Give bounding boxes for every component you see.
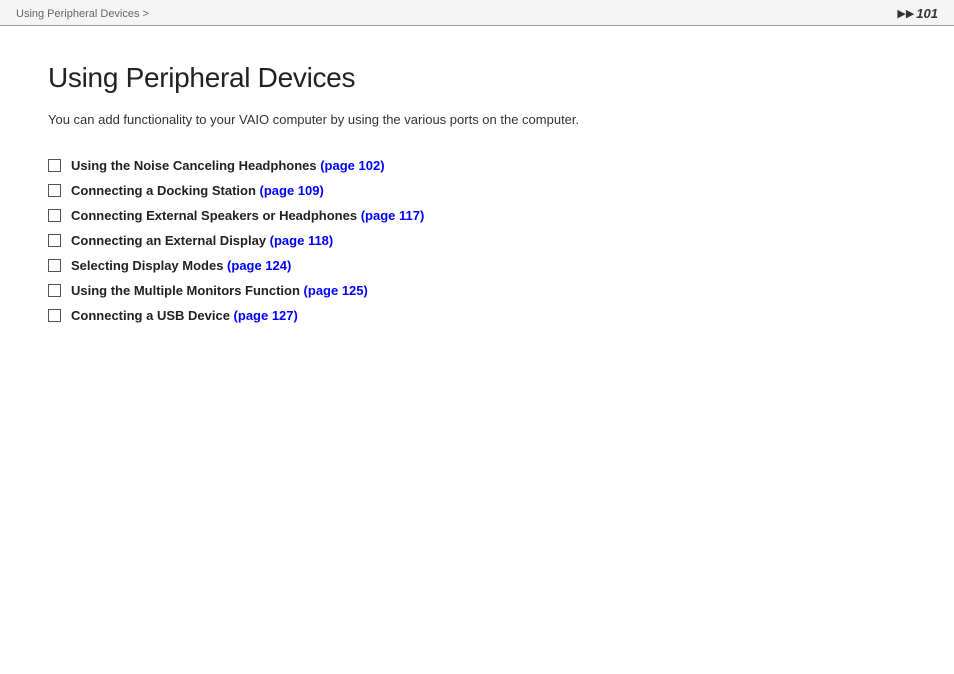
toc-item-label: Using the Noise Canceling Headphones (pa… [71, 158, 385, 173]
list-item: Using the Multiple Monitors Function (pa… [48, 283, 906, 298]
list-item: Connecting an External Display (page 118… [48, 233, 906, 248]
toc-item-text: Connecting a USB Device [71, 308, 234, 323]
content-area: Using Peripheral Devices You can add fun… [0, 26, 954, 365]
toc-item-label: Connecting an External Display (page 118… [71, 233, 333, 248]
toc-item-link[interactable]: (page 125) [304, 283, 368, 298]
breadcrumb: Using Peripheral Devices > [16, 8, 149, 20]
toc-item-text: Using the Noise Canceling Headphones [71, 158, 320, 173]
toc-list: Using the Noise Canceling Headphones (pa… [48, 158, 906, 323]
toc-item-link[interactable]: (page 124) [227, 258, 291, 273]
toc-item-text: Connecting an External Display [71, 233, 270, 248]
toc-item-link[interactable]: (page 109) [260, 183, 324, 198]
toc-item-link[interactable]: (page 127) [234, 308, 298, 323]
toc-item-text: Connecting a Docking Station [71, 183, 260, 198]
toc-item-text: Using the Multiple Monitors Function [71, 283, 304, 298]
toc-item-label: Connecting External Speakers or Headphon… [71, 208, 424, 223]
toc-item-label: Connecting a Docking Station (page 109) [71, 183, 324, 198]
checkbox-icon [48, 234, 61, 247]
checkbox-icon [48, 209, 61, 222]
list-item: Using the Noise Canceling Headphones (pa… [48, 158, 906, 173]
list-item: Connecting a USB Device (page 127) [48, 308, 906, 323]
toc-item-label: Selecting Display Modes (page 124) [71, 258, 291, 273]
list-item: Selecting Display Modes (page 124) [48, 258, 906, 273]
toc-item-link[interactable]: (page 102) [320, 158, 384, 173]
list-item: Connecting External Speakers or Headphon… [48, 208, 906, 223]
list-item: Connecting a Docking Station (page 109) [48, 183, 906, 198]
header-bar: Using Peripheral Devices > ▶▶ 101 [0, 0, 954, 26]
checkbox-icon [48, 159, 61, 172]
next-arrow-icon: ▶▶ [897, 7, 914, 20]
toc-item-link[interactable]: (page 118) [270, 233, 334, 248]
checkbox-icon [48, 184, 61, 197]
checkbox-icon [48, 309, 61, 322]
toc-item-text: Selecting Display Modes [71, 258, 227, 273]
page-number-area: ▶▶ 101 [897, 6, 938, 21]
page-number: 101 [916, 6, 938, 21]
toc-item-text: Connecting External Speakers or Headphon… [71, 208, 361, 223]
toc-item-link[interactable]: (page 117) [361, 208, 425, 223]
checkbox-icon [48, 284, 61, 297]
toc-item-label: Connecting a USB Device (page 127) [71, 308, 298, 323]
page-title: Using Peripheral Devices [48, 62, 906, 94]
checkbox-icon [48, 259, 61, 272]
toc-item-label: Using the Multiple Monitors Function (pa… [71, 283, 368, 298]
intro-paragraph: You can add functionality to your VAIO c… [48, 110, 906, 130]
